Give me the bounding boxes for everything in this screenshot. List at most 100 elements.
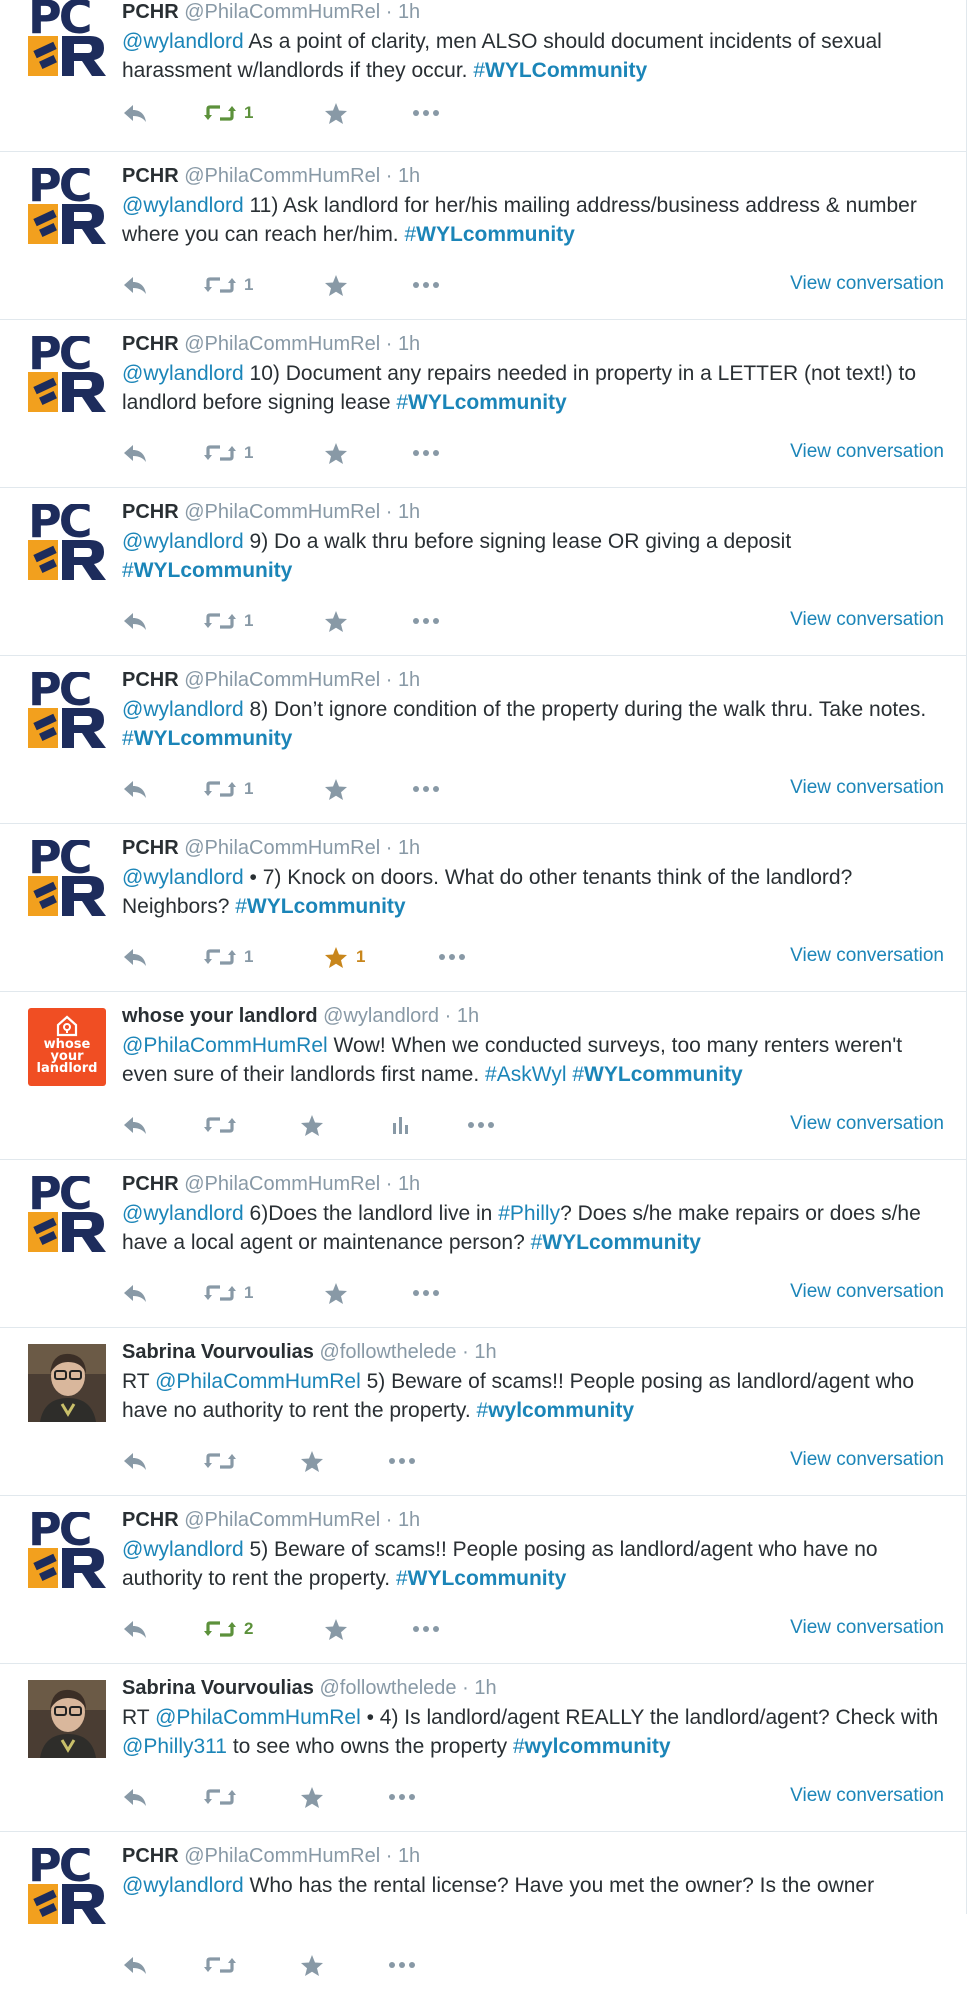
retweet-button[interactable]: 1 <box>204 606 253 636</box>
more-button[interactable] <box>412 1278 440 1308</box>
timestamp[interactable]: 1h <box>398 1173 420 1195</box>
retweet-button[interactable]: 1 <box>204 1278 253 1308</box>
tweet[interactable]: PC PCHR @PhilaCommHumRel · 1h @wylandlord … <box>0 1832 966 2000</box>
tweet[interactable]: PC PCHR @PhilaCommHumRel · 1h @wylandlord … <box>0 1496 966 1664</box>
retweet-button[interactable]: 1 <box>204 98 253 128</box>
display-name[interactable]: PCHR <box>122 837 179 859</box>
timestamp[interactable]: 1h <box>398 837 420 859</box>
avatar[interactable]: PC <box>28 168 106 246</box>
hashtag-link[interactable]: #WYLcommunity <box>396 1567 566 1590</box>
display-name[interactable]: PCHR <box>122 333 179 355</box>
display-name[interactable]: PCHR <box>122 1509 179 1531</box>
more-button[interactable] <box>467 1110 495 1140</box>
favorite-button[interactable] <box>324 774 348 804</box>
favorite-button[interactable] <box>324 1278 348 1308</box>
user-handle[interactable]: @PhilaCommHumRel <box>184 501 380 523</box>
avatar[interactable]: PC <box>28 1512 106 1590</box>
more-button[interactable] <box>412 606 440 636</box>
mention-link[interactable]: @wylandlord <box>122 698 244 721</box>
retweet-button[interactable] <box>204 1782 236 1812</box>
view-conversation-link[interactable]: View conversation <box>790 438 944 466</box>
timestamp[interactable]: 1h <box>398 1 420 23</box>
hashtag-link[interactable]: #WYLcommunity <box>531 1231 701 1254</box>
mention-link[interactable]: @wylandlord <box>122 362 244 385</box>
view-conversation-link[interactable]: View conversation <box>790 1110 944 1138</box>
retweet-button[interactable]: 1 <box>204 942 253 972</box>
retweet-button[interactable] <box>204 1446 236 1476</box>
tweet[interactable]: PC PCHR @PhilaCommHumRel · 1h @wylandlord … <box>0 488 966 656</box>
reply-button[interactable] <box>122 1110 148 1140</box>
user-handle[interactable]: @PhilaCommHumRel <box>184 837 380 859</box>
mention-link[interactable]: @wylandlord <box>122 194 244 217</box>
mention-link[interactable]: #AskWyl <box>485 1063 567 1086</box>
reply-button[interactable] <box>122 774 148 804</box>
user-handle[interactable]: @PhilaCommHumRel <box>184 1509 380 1531</box>
more-button[interactable] <box>388 1782 416 1812</box>
timestamp[interactable]: 1h <box>398 1509 420 1531</box>
timestamp[interactable]: 1h <box>398 669 420 691</box>
view-conversation-link[interactable]: View conversation <box>790 270 944 298</box>
mention-link[interactable]: @wylandlord <box>122 530 244 553</box>
reply-button[interactable] <box>122 438 148 468</box>
avatar[interactable]: PC <box>28 0 106 78</box>
more-button[interactable] <box>388 1950 416 1980</box>
more-button[interactable] <box>412 438 440 468</box>
reply-button[interactable] <box>122 1950 148 1980</box>
reply-button[interactable] <box>122 606 148 636</box>
mention-link[interactable]: @wylandlord <box>122 1202 244 1225</box>
reply-button[interactable] <box>122 1782 148 1812</box>
mention-link[interactable]: @Philly311 <box>122 1735 227 1758</box>
retweet-button[interactable] <box>204 1950 236 1980</box>
avatar[interactable] <box>28 1344 106 1422</box>
view-conversation-link[interactable]: View conversation <box>790 1614 944 1642</box>
reply-button[interactable] <box>122 98 148 128</box>
tweet[interactable]: Sabrina Vourvoulias @followthelede · 1h R… <box>0 1664 966 1832</box>
favorite-button[interactable] <box>324 270 348 300</box>
mention-link[interactable]: @wylandlord <box>122 30 244 53</box>
avatar[interactable]: PC <box>28 1176 106 1254</box>
tweet[interactable]: PC PCHR @PhilaCommHumRel · 1h @wylandlord … <box>0 152 966 320</box>
favorite-button[interactable] <box>324 606 348 636</box>
more-button[interactable] <box>412 270 440 300</box>
mention-link[interactable]: @wylandlord <box>122 1538 244 1561</box>
display-name[interactable]: PCHR <box>122 1173 179 1195</box>
mention-link[interactable]: @PhilaCommHumRel <box>155 1706 361 1729</box>
display-name[interactable]: PCHR <box>122 165 179 187</box>
more-button[interactable] <box>412 1614 440 1644</box>
mention-link[interactable]: @wylandlord <box>122 866 244 889</box>
more-button[interactable] <box>388 1446 416 1476</box>
tweet[interactable]: PC PCHR @PhilaCommHumRel · 1h @wylandlord … <box>0 320 966 488</box>
reply-button[interactable] <box>122 270 148 300</box>
tweet[interactable]: PC PCHR @PhilaCommHumRel · 1h @wylandlord … <box>0 0 966 152</box>
user-handle[interactable]: @PhilaCommHumRel <box>184 333 380 355</box>
view-conversation-link[interactable]: View conversation <box>790 1782 944 1810</box>
timestamp[interactable]: 1h <box>474 1677 496 1699</box>
favorite-button[interactable] <box>324 1614 348 1644</box>
view-conversation-link[interactable]: View conversation <box>790 1278 944 1306</box>
avatar[interactable]: PC <box>28 1848 106 1926</box>
tweet[interactable]: PC PCHR @PhilaCommHumRel · 1h @wylandlord … <box>0 1160 966 1328</box>
view-conversation-link[interactable]: View conversation <box>790 774 944 802</box>
favorite-button[interactable] <box>300 1950 324 1980</box>
user-handle[interactable]: @wylandlord <box>323 1005 439 1027</box>
user-handle[interactable]: @PhilaCommHumRel <box>184 165 380 187</box>
avatar[interactable]: whose your landlord <box>28 1008 106 1086</box>
retweet-button[interactable]: 1 <box>204 774 253 804</box>
favorite-button[interactable] <box>324 438 348 468</box>
tweet[interactable]: whose your landlord whose your landlord @wy… <box>0 992 966 1160</box>
retweet-button[interactable]: 2 <box>204 1614 253 1644</box>
view-conversation-link[interactable]: View conversation <box>790 942 944 970</box>
hashtag-link[interactable]: #WYLcommunity <box>404 223 574 246</box>
favorite-button[interactable] <box>300 1446 324 1476</box>
hashtag-link[interactable]: #wylcommunity <box>477 1399 635 1422</box>
timestamp[interactable]: 1h <box>457 1005 479 1027</box>
more-button[interactable] <box>438 942 466 972</box>
view-conversation-link[interactable]: View conversation <box>790 606 944 634</box>
timestamp[interactable]: 1h <box>474 1341 496 1363</box>
hashtag-link[interactable]: #WYLcommunity <box>572 1063 742 1086</box>
display-name[interactable]: whose your landlord <box>122 1005 318 1027</box>
user-handle[interactable]: @followthelede <box>319 1341 456 1363</box>
avatar[interactable] <box>28 1680 106 1758</box>
tweet[interactable]: PC PCHR @PhilaCommHumRel · 1h @wylandlord … <box>0 824 966 992</box>
mention-link[interactable]: @wylandlord <box>122 1874 244 1897</box>
